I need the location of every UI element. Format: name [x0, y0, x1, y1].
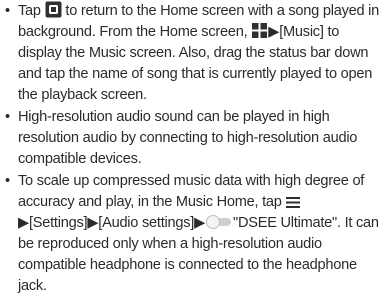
list-item: • Tap to return to the Home screen with … [2, 1, 382, 106]
item-text: ▶[Settings]▶[Audio settings]▶ [18, 215, 206, 231]
list-item: • High-resolution audio sound can be pla… [2, 107, 382, 170]
item-text: Tap [18, 3, 45, 19]
toggle-switch-icon [205, 214, 233, 230]
apps-grid-icon [251, 22, 268, 39]
item-text: To scale up compressed music data with h… [18, 173, 365, 210]
list-item: • To scale up compressed music data with… [2, 171, 382, 297]
bullet-marker: • [5, 3, 10, 19]
bullet-marker: • [5, 173, 10, 189]
item-text: High-resolution audio sound can be playe… [18, 109, 358, 167]
home-button-icon [45, 1, 62, 18]
document-body: • Tap to return to the Home screen with … [2, 1, 382, 298]
menu-lines-icon [285, 195, 301, 209]
bullet-marker: • [5, 109, 10, 125]
